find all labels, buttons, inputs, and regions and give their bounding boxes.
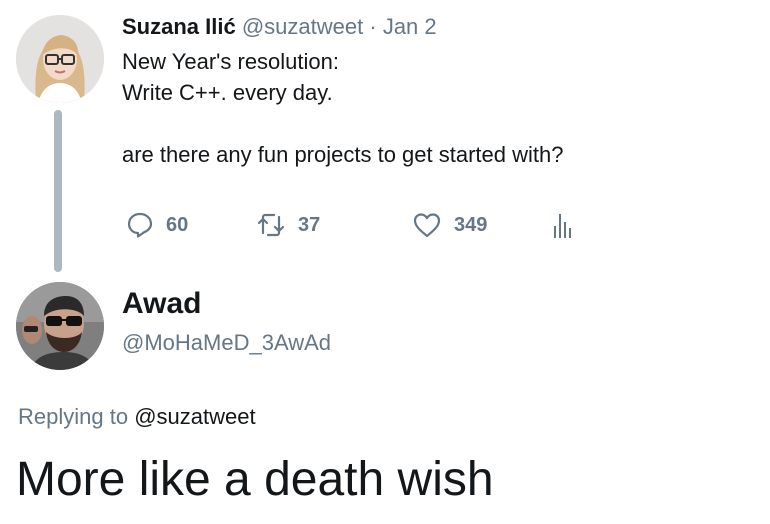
reply-button[interactable]: 60 xyxy=(126,205,188,245)
tweet-text: New Year's resolution: Write C++. every … xyxy=(122,46,563,170)
retweet-button[interactable]: 37 xyxy=(256,205,320,245)
tweet-date[interactable]: Jan 2 xyxy=(383,14,437,39)
tweet-line: New Year's resolution: xyxy=(122,49,339,74)
analytics-icon xyxy=(554,214,571,238)
avatar-suzana-image xyxy=(16,15,104,103)
reply-icon xyxy=(127,212,153,238)
tweet-actions: 60 37 349 xyxy=(122,205,642,245)
author-name[interactable]: Suzana Ilić xyxy=(122,14,236,39)
tweet-line: are there any fun projects to get starte… xyxy=(122,142,564,167)
reply-author-name[interactable]: Awad xyxy=(122,286,201,322)
reply-text: More like a death wish xyxy=(16,453,494,506)
replying-to-label: Replying to xyxy=(18,404,129,429)
avatar-suzana[interactable] xyxy=(16,15,104,103)
tweet-line: Write C++. every day. xyxy=(122,80,333,105)
author-handle[interactable]: @suzatweet xyxy=(242,14,363,39)
analytics-button[interactable] xyxy=(552,205,572,245)
thread-connector-line xyxy=(54,110,62,272)
avatar-awad-image xyxy=(16,282,104,370)
like-count: 349 xyxy=(454,213,488,236)
replying-to-mention[interactable]: @suzatweet xyxy=(134,404,255,429)
heart-icon xyxy=(413,213,441,238)
reply-author-handle[interactable]: @MoHaMeD_3AwAd xyxy=(122,328,331,358)
like-button[interactable]: 349 xyxy=(412,205,487,245)
avatar-awad[interactable] xyxy=(16,282,104,370)
retweet-icon xyxy=(257,213,285,237)
replying-to-line: Replying to @suzatweet xyxy=(18,402,256,432)
header-separator: · xyxy=(369,14,377,39)
retweet-count: 37 xyxy=(298,213,321,236)
tweet-header: Suzana Ilić @suzatweet · Jan 2 xyxy=(122,12,437,42)
reply-count: 60 xyxy=(166,213,189,236)
tweet-line xyxy=(122,108,563,139)
